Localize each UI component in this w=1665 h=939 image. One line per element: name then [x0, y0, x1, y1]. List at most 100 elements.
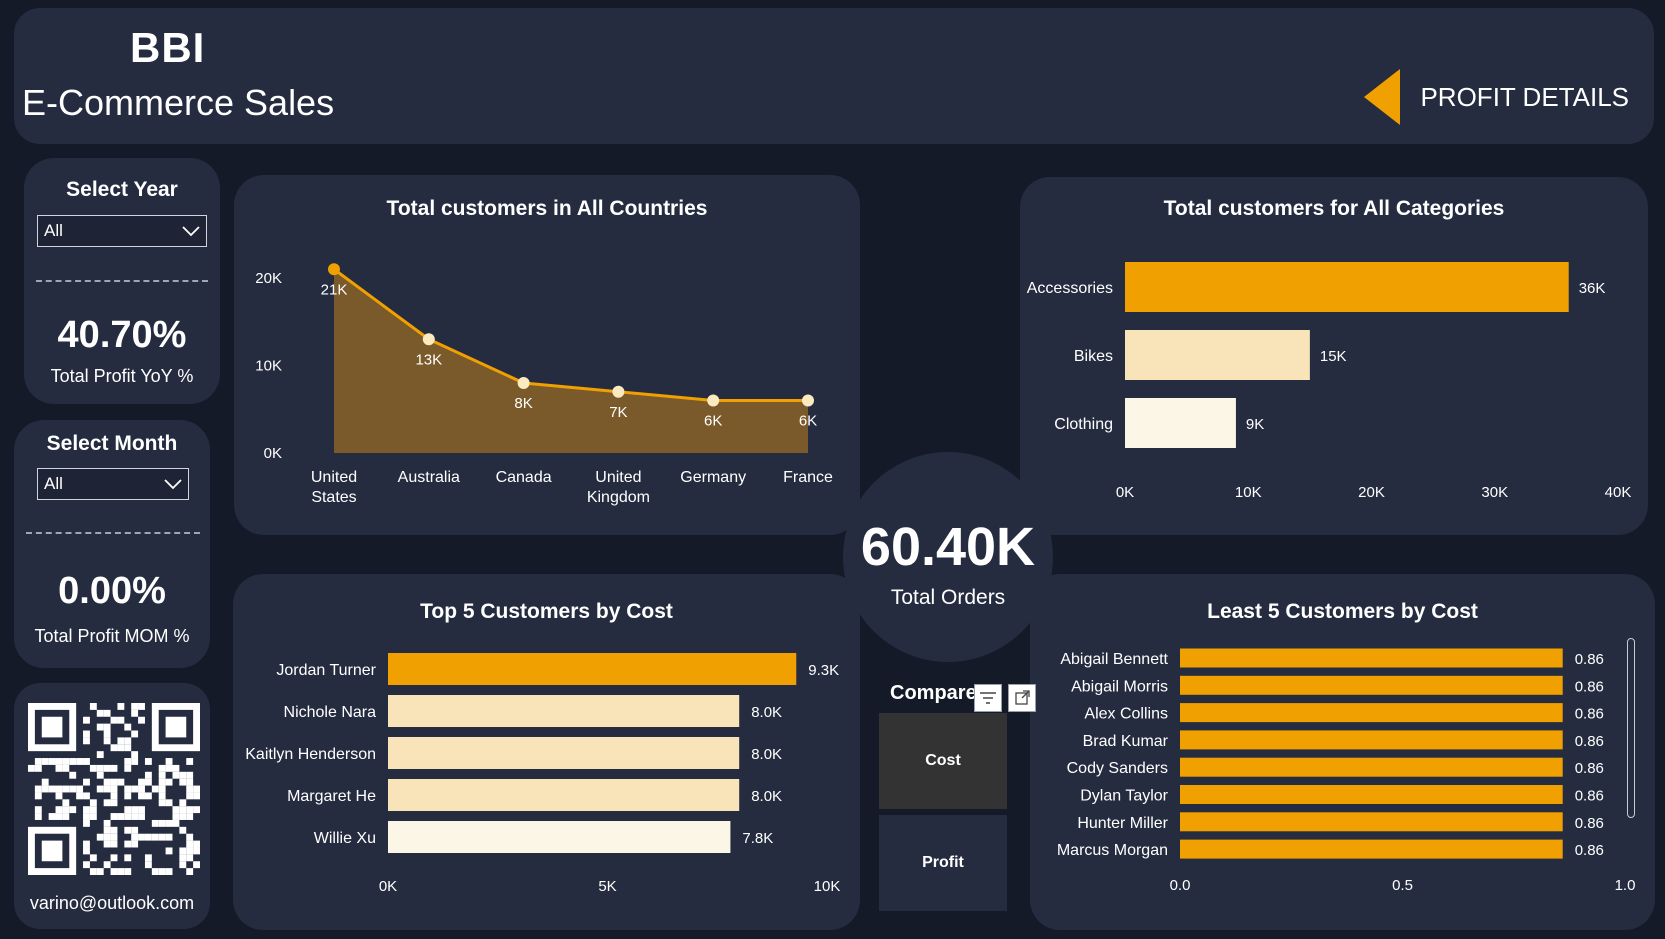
- qr-module: [186, 813, 194, 820]
- qr-module: [144, 792, 152, 800]
- select-month-title: Select Month: [46, 432, 178, 455]
- bar: [1125, 262, 1569, 312]
- bar: [1180, 648, 1563, 668]
- qr-module: [138, 778, 145, 786]
- qr-module: [48, 785, 56, 793]
- data-label: 0.86: [1575, 733, 1604, 750]
- qr-module: [186, 792, 194, 800]
- qr-module: [96, 833, 104, 841]
- year-dropdown[interactable]: All: [37, 215, 207, 247]
- qr-module: [144, 833, 152, 841]
- qr-module: [110, 854, 118, 862]
- qr-module: [158, 792, 166, 800]
- qr-module: [186, 854, 194, 862]
- select-year-title: Select Year: [66, 178, 178, 201]
- profit-details-nav-button[interactable]: PROFIT DETAILS: [1364, 68, 1629, 126]
- x-tick-label: 5K: [598, 878, 616, 895]
- data-label: 6K: [799, 413, 817, 430]
- qr-module: [69, 758, 77, 765]
- x-tick-label: 0K: [1116, 484, 1134, 501]
- qr-module: [55, 792, 63, 800]
- qr-module: [69, 771, 77, 779]
- qr-module: [179, 826, 187, 834]
- qr-module: [172, 819, 180, 827]
- category-label: Willie Xu: [314, 830, 376, 847]
- category-label: Abigail Morris: [1071, 678, 1168, 695]
- qr-module: [124, 868, 132, 875]
- qr-module: [158, 833, 166, 841]
- month-dropdown[interactable]: All: [37, 468, 189, 500]
- qr-module: [186, 868, 194, 875]
- qr-module: [96, 751, 104, 759]
- qr-module: [138, 806, 145, 814]
- qr-module: [96, 723, 104, 731]
- qr-module: [89, 799, 97, 807]
- qr-module: [124, 764, 132, 772]
- qr-module: [138, 703, 145, 710]
- qr-module: [110, 826, 118, 834]
- qr-module: [124, 826, 132, 834]
- qr-module: [193, 840, 200, 848]
- data-label: 7.8K: [742, 830, 773, 847]
- qr-module: [83, 716, 90, 724]
- x-tick-label: 0.0: [1170, 877, 1191, 894]
- qr-module: [110, 716, 118, 724]
- compare-cost-button[interactable]: Cost: [879, 713, 1007, 809]
- focus-mode-icon[interactable]: [1008, 684, 1036, 712]
- filter-icon[interactable]: [974, 684, 1002, 712]
- qr-module: [124, 785, 132, 793]
- qr-module: [76, 758, 84, 765]
- x-tick-label: Kingdom: [587, 489, 650, 506]
- data-label: 0.86: [1575, 842, 1604, 859]
- qr-module: [89, 806, 97, 814]
- qr-module: [117, 868, 125, 875]
- qr-module: [165, 758, 173, 765]
- qr-module: [103, 861, 111, 869]
- area-fill: [334, 269, 808, 453]
- total-orders-label: Total Orders: [890, 586, 1006, 609]
- data-label: 7K: [609, 404, 627, 421]
- qr-module: [103, 737, 111, 745]
- total-orders-value: 60.40K: [860, 517, 1036, 577]
- qr-module: [48, 758, 56, 765]
- qr-module: [179, 847, 187, 855]
- qr-module: [62, 799, 70, 807]
- data-point: [328, 263, 340, 276]
- qr-module: [179, 806, 187, 814]
- qr-module: [28, 764, 35, 772]
- qr-module: [110, 778, 118, 786]
- qr-module: [83, 840, 90, 848]
- qr-module: [179, 799, 187, 807]
- bar: [1180, 730, 1563, 750]
- data-label: 0.86: [1575, 706, 1604, 723]
- data-label: 0.86: [1575, 760, 1604, 777]
- qr-module: [96, 868, 104, 875]
- qr-module: [131, 785, 139, 793]
- qr-finder: [41, 716, 63, 738]
- bar: [1125, 398, 1236, 448]
- qr-module: [41, 785, 49, 793]
- qr-module: [131, 758, 139, 765]
- qr-module: [89, 868, 97, 875]
- compare-profit-button[interactable]: Profit: [879, 815, 1007, 911]
- qr-module: [165, 868, 173, 875]
- qr-module: [103, 826, 111, 834]
- data-label: 8.0K: [751, 746, 782, 763]
- least5-scrollbar[interactable]: [1627, 638, 1635, 818]
- qr-module: [103, 785, 111, 793]
- qr-module: [117, 813, 125, 820]
- top5-bar-chart: Jordan Turner 9.3K Nichole Nara 8.0K Kaitlyn…: [245, 653, 840, 895]
- qr-module: [124, 758, 132, 765]
- data-point: [517, 377, 530, 389]
- qr-module: [83, 806, 90, 814]
- qr-module: [69, 806, 77, 814]
- qr-module: [158, 819, 166, 827]
- qr-module: [172, 764, 180, 772]
- qr-module: [83, 819, 90, 827]
- qr-module: [179, 778, 187, 786]
- qr-module: [83, 861, 90, 869]
- qr-module: [144, 861, 152, 869]
- qr-module: [103, 778, 111, 786]
- y-tick-label: 20K: [255, 270, 282, 287]
- qr-module: [124, 854, 132, 862]
